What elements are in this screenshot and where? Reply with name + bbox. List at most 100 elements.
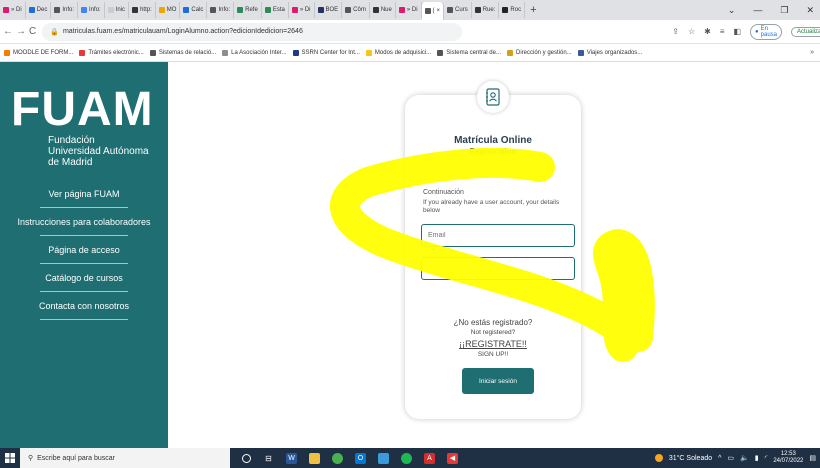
browser-tab[interactable]: Nue xyxy=(370,2,396,18)
bookmarks-more-icon[interactable]: » xyxy=(810,49,820,56)
tab-label: » Di xyxy=(11,7,22,13)
sidebar-item-ver-pagina[interactable]: Ver página FUAM xyxy=(0,180,168,208)
sidebar-item-instrucciones[interactable]: Instrucciones para colaboradores xyxy=(0,208,168,236)
sidepanel-icon[interactable]: ◧ xyxy=(733,27,741,36)
wifi-icon[interactable]: ◜ xyxy=(765,454,768,462)
tab-label: Inic xyxy=(115,7,126,13)
browser-tab[interactable]: Refe xyxy=(234,2,262,18)
browser-tab[interactable]: MO xyxy=(156,2,181,18)
file-explorer-icon[interactable] xyxy=(309,452,320,464)
browser-tab[interactable]: Curs xyxy=(444,2,472,18)
bookmark-favicon-icon xyxy=(149,49,156,56)
sidebar-item-pagina-acceso[interactable]: Página de acceso xyxy=(0,236,168,264)
minimize-icon[interactable]: — xyxy=(753,5,762,16)
reading-list-icon[interactable]: ≡ xyxy=(720,27,725,36)
volume-icon[interactable]: 🔈 xyxy=(740,454,749,462)
browser-tab[interactable]: Esta xyxy=(262,2,289,18)
acrobat-icon[interactable]: A xyxy=(424,452,435,464)
tray-chevron-icon[interactable]: ^ xyxy=(718,455,721,462)
tab-label: Info: xyxy=(62,7,75,13)
bookmark-item[interactable]: Sistema central de... xyxy=(437,49,501,56)
email-field[interactable] xyxy=(421,224,575,247)
url-field[interactable]: 🔒 matriculas.fuam.es/matriculauam/LoginA… xyxy=(42,22,463,41)
spotify-icon[interactable] xyxy=(401,452,412,464)
bookmark-item[interactable]: La Asociación Inter... xyxy=(222,49,287,56)
windows-start-icon[interactable] xyxy=(0,448,20,468)
tab-favicon-icon xyxy=(291,7,298,13)
signup-label: SIGN UP!! xyxy=(477,351,509,358)
forward-icon[interactable]: → xyxy=(16,26,26,37)
browser-tab[interactable]: Inic xyxy=(105,2,130,18)
tab-label: Refe xyxy=(245,7,258,13)
bookmark-item[interactable]: MOODLE DE FORM... xyxy=(4,49,73,56)
browser-tab[interactable]: http: xyxy=(129,2,156,18)
tab-favicon-icon xyxy=(81,7,88,13)
sidebar-item-contacta[interactable]: Contacta con nosotros xyxy=(0,292,168,320)
browser-tab[interactable]: Info: xyxy=(207,2,235,18)
bookmark-item[interactable]: Sistemas de relació... xyxy=(149,49,216,56)
tab-label: MO xyxy=(166,7,177,13)
star-icon[interactable]: ☆ xyxy=(688,27,695,36)
password-field[interactable] xyxy=(421,257,575,280)
extensions-icon[interactable]: ✱ xyxy=(704,27,711,36)
new-tab-button[interactable]: + xyxy=(530,4,536,16)
update-button[interactable]: Actualizar xyxy=(791,26,820,37)
browser-tab[interactable]: Info: xyxy=(78,2,105,18)
outlook-icon[interactable]: O xyxy=(355,452,366,464)
weather-label[interactable]: 31°C Soleado xyxy=(669,455,712,462)
clock[interactable]: 12:53 24/07/2022 xyxy=(773,451,803,465)
maximize-icon[interactable]: ❐ xyxy=(780,5,788,16)
bookmark-item[interactable]: SSRN Center for Int... xyxy=(292,49,360,56)
app-red-icon[interactable]: ◀ xyxy=(447,452,458,464)
bookmark-item[interactable]: Modos de adquisici... xyxy=(365,49,431,56)
bookmark-label: Viajes organizados... xyxy=(586,49,643,56)
notifications-icon[interactable]: ▤ xyxy=(809,454,816,462)
bookmark-label: SSRN Center for Int... xyxy=(301,49,360,56)
reload-icon[interactable]: C xyxy=(29,26,36,37)
profile-paused-button[interactable]: ● En pausa xyxy=(750,23,783,40)
bookmark-favicon-icon xyxy=(437,49,444,56)
browser-tab[interactable]: Calc xyxy=(180,2,208,18)
close-icon[interactable]: ✕ xyxy=(806,5,814,16)
tab-favicon-icon xyxy=(3,7,9,13)
org-name-line: Universidad Autónoma xyxy=(48,146,149,157)
browser-tab[interactable]: Roc xyxy=(499,2,526,18)
chrome-icon[interactable] xyxy=(332,452,343,464)
cortana-icon[interactable] xyxy=(242,453,251,463)
browser-tab[interactable]: » Di xyxy=(0,2,26,18)
chevron-down-icon[interactable]: ⌄ xyxy=(728,5,736,16)
browser-tab[interactable]: BOE xyxy=(315,2,343,18)
browser-tab[interactable]: (× xyxy=(421,2,445,20)
browser-tab[interactable]: Côm xyxy=(342,2,370,18)
task-view-icon[interactable]: ⊟ xyxy=(263,453,274,464)
browser-tab[interactable]: » Di xyxy=(289,2,315,18)
login-button[interactable]: Iniciar sesión xyxy=(462,368,534,394)
browser-tab[interactable]: Rue: xyxy=(472,2,500,18)
taskbar-search-input[interactable]: ⚲ Escribe aquí para buscar xyxy=(20,448,230,468)
browser-tab[interactable]: Info: xyxy=(51,2,79,18)
fuam-logo[interactable]: FUAM xyxy=(11,82,154,137)
tab-favicon-icon xyxy=(237,7,244,13)
browser-tab[interactable]: » Di xyxy=(396,2,422,18)
system-tray: 31°C Soleado ^ ▭ 🔈 ▮ ◜ 12:53 24/07/2022 … xyxy=(654,451,820,465)
browser-tab[interactable]: Dec xyxy=(26,2,52,18)
register-link[interactable]: ¡¡REGISTRATE!! xyxy=(405,339,581,349)
org-name-line: de Madrid xyxy=(48,157,93,168)
tab-label: Calc xyxy=(191,7,204,13)
tab-close-icon[interactable]: × xyxy=(437,8,441,14)
back-icon[interactable]: ← xyxy=(3,26,13,37)
teams-icon[interactable] xyxy=(378,452,389,464)
share-icon[interactable]: ⇪ xyxy=(672,27,679,36)
clock-date: 24/07/2022 xyxy=(773,458,804,464)
word-icon[interactable]: W xyxy=(286,452,297,464)
tab-favicon-icon xyxy=(54,7,61,13)
bookmark-item[interactable]: Viajes organizados... xyxy=(577,49,643,56)
tab-favicon-icon xyxy=(210,7,217,13)
sidebar-item-catalogo[interactable]: Catálogo de cursos xyxy=(0,264,168,292)
bookmark-label: Sistema central de... xyxy=(446,49,501,56)
battery-icon[interactable]: ▮ xyxy=(755,454,759,462)
network-icon[interactable]: ▭ xyxy=(727,454,734,462)
continue-label: Continuación xyxy=(423,189,464,196)
bookmark-item[interactable]: Trámites electrónic... xyxy=(79,49,144,56)
bookmark-item[interactable]: Dirección y gestión... xyxy=(506,49,572,56)
